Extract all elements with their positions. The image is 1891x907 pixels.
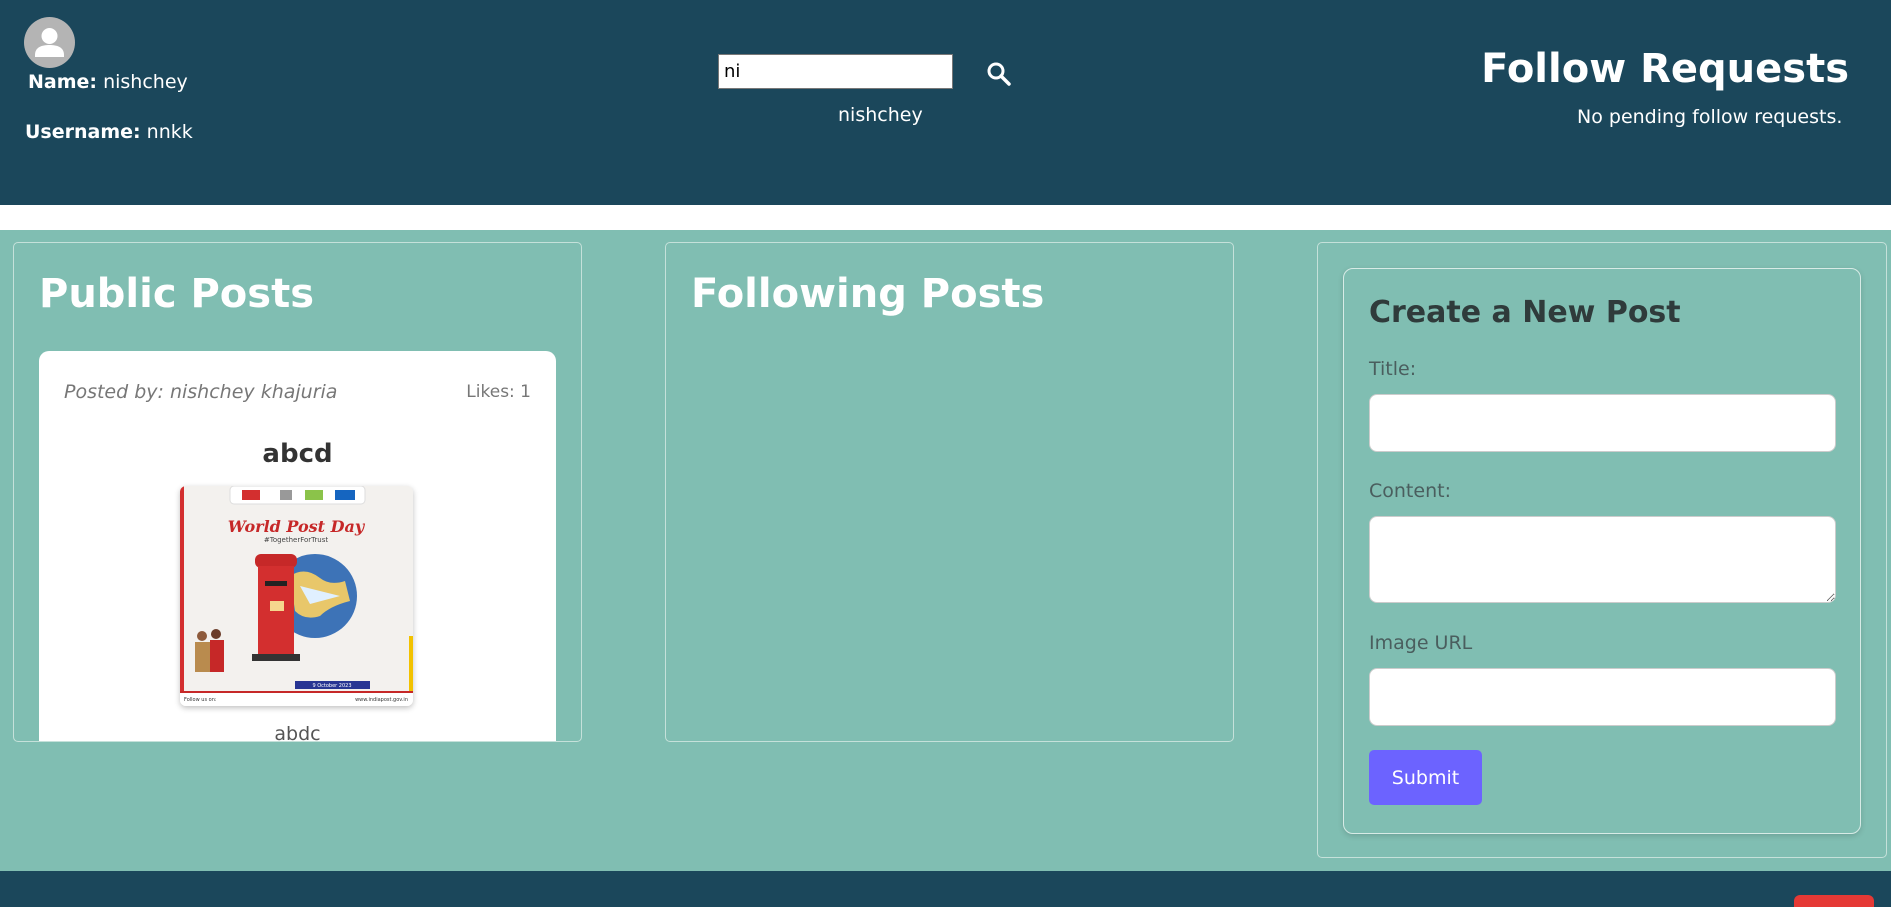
search-result-item[interactable]: nishchey [838, 104, 923, 126]
image-title: World Post Day [228, 517, 366, 536]
title-input[interactable] [1369, 394, 1836, 452]
following-posts-title: Following Posts [691, 271, 1045, 317]
main-content: Public Posts Posted by: nishchey khajuri… [0, 230, 1891, 871]
title-label: Title: [1369, 358, 1417, 380]
post-content: abdc [274, 723, 321, 742]
image-follow-text: Follow us on: [184, 697, 217, 703]
username-value: nnkk [146, 121, 193, 143]
profile-name: Name: nishchey [28, 71, 188, 93]
post-card: Posted by: nishchey khajuria Likes: 1 ab… [39, 351, 556, 742]
image-date: 9 October 2023 [312, 683, 351, 689]
public-posts-title: Public Posts [39, 271, 315, 317]
name-value: nishchey [103, 71, 188, 93]
public-posts-panel: Public Posts Posted by: nishchey khajuri… [13, 242, 582, 742]
content-textarea[interactable] [1369, 516, 1836, 603]
following-posts-panel: Following Posts [665, 242, 1234, 742]
post-author: Posted by: nishchey khajuria [64, 381, 338, 403]
name-label: Name: [28, 71, 98, 93]
search-input[interactable] [718, 54, 953, 89]
follow-requests-title: Follow Requests [1481, 46, 1849, 92]
image-hashtag: #TogetherForTrust [264, 536, 328, 544]
image-url-input[interactable] [1369, 668, 1836, 726]
post-image: World Post Day #TogetherForTrust 9 Octob… [180, 486, 413, 706]
footer-action-button[interactable] [1794, 895, 1874, 907]
footer [0, 871, 1891, 907]
content-label: Content: [1369, 480, 1451, 502]
user-avatar-icon [24, 17, 75, 68]
image-site: www.indiapost.gov.in [355, 697, 408, 703]
username-label: Username: [25, 121, 141, 143]
post-title: abcd [262, 439, 333, 469]
top-header: Name: nishchey Username: nnkk nishchey F… [0, 0, 1891, 205]
create-post-title: Create a New Post [1369, 295, 1681, 330]
search-icon [987, 62, 1011, 86]
post-likes[interactable]: Likes: 1 [466, 382, 531, 402]
profile-username: Username: nnkk [25, 121, 193, 143]
create-post-panel: Create a New Post Title: Content: Image … [1317, 242, 1887, 858]
submit-button[interactable]: Submit [1369, 750, 1482, 805]
create-post-form: Create a New Post Title: Content: Image … [1343, 268, 1861, 834]
follow-requests-empty: No pending follow requests. [1577, 106, 1843, 128]
image-url-label: Image URL [1369, 632, 1473, 654]
search-button[interactable] [984, 59, 1014, 89]
